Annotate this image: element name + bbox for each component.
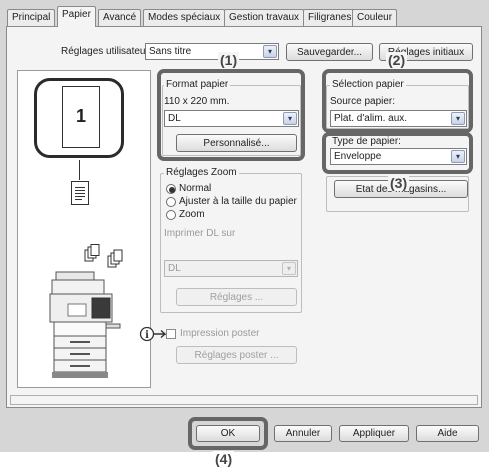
chevron-down-icon[interactable]: ▾ bbox=[451, 150, 465, 163]
cancel-button[interactable]: Annuler bbox=[274, 425, 332, 442]
poster-settings-button[interactable]: Réglages poster ... bbox=[176, 346, 297, 364]
callout-label-3: (3) bbox=[388, 175, 410, 191]
connector-line bbox=[79, 160, 80, 180]
apply-button[interactable]: Appliquer bbox=[339, 425, 409, 442]
printer-illustration bbox=[48, 270, 126, 382]
print-on-label: Imprimer DL sur bbox=[164, 228, 236, 239]
callout-label-2: (2) bbox=[386, 52, 408, 68]
document-icon bbox=[71, 181, 89, 205]
page-number: 1 bbox=[75, 106, 86, 126]
zoom-radio-fit[interactable] bbox=[166, 197, 176, 207]
paper-size-dimensions: 110 x 220 mm. bbox=[164, 96, 230, 107]
zoom-settings-button[interactable]: Réglages ... bbox=[176, 288, 297, 306]
poster-checkbox[interactable] bbox=[166, 329, 176, 339]
paper-source-select[interactable]: Plat. d'alim. aux. bbox=[330, 110, 467, 127]
zoom-option-label: Normal bbox=[179, 183, 212, 194]
tab-avance[interactable]: Avancé bbox=[98, 9, 142, 26]
chevron-down-icon[interactable]: ▾ bbox=[283, 112, 297, 125]
poster-label: Impression poster bbox=[180, 328, 260, 339]
paper-type-value: Enveloppe bbox=[334, 151, 382, 162]
user-settings-select[interactable]: Sans titre bbox=[145, 43, 279, 60]
multi-page-icon bbox=[84, 244, 132, 268]
callout-label-1: (1) bbox=[218, 52, 240, 68]
chevron-down-icon[interactable]: ▾ bbox=[263, 45, 277, 58]
ok-button[interactable]: OK bbox=[196, 425, 260, 442]
paper-type-select[interactable]: Enveloppe bbox=[330, 148, 467, 165]
zoom-option-label: Zoom bbox=[179, 209, 205, 220]
print-on-select[interactable]: DL bbox=[164, 260, 298, 277]
paper-type-label: Type de papier: bbox=[332, 136, 401, 147]
tab-modes-speciaux[interactable]: Modes spéciaux bbox=[143, 9, 226, 26]
paper-selection-legend: Sélection papier bbox=[330, 79, 406, 90]
paper-size-select[interactable]: DL bbox=[164, 110, 299, 127]
tab-couleur[interactable]: Couleur bbox=[352, 9, 398, 26]
callout-label-4: (4) bbox=[213, 451, 235, 467]
svg-text:i: i bbox=[145, 330, 149, 341]
paper-size-value: DL bbox=[168, 113, 181, 124]
tab-principal[interactable]: Principal bbox=[7, 9, 56, 26]
print-on-value: DL bbox=[168, 263, 181, 274]
chevron-down-icon[interactable]: ▾ bbox=[451, 112, 465, 125]
tab-papier[interactable]: Papier bbox=[57, 6, 96, 27]
user-settings-value: Sans titre bbox=[149, 46, 192, 57]
save-settings-button[interactable]: Sauvegarder... bbox=[286, 43, 373, 61]
paper-source-label: Source papier: bbox=[330, 96, 396, 107]
info-icon: i bbox=[139, 326, 169, 342]
zoom-radio-zoom[interactable] bbox=[166, 210, 176, 220]
user-settings-label: Réglages utilisateur: bbox=[61, 46, 152, 57]
status-strip bbox=[10, 395, 478, 405]
zoom-option-label: Ajuster à la taille du papier bbox=[179, 196, 297, 207]
chevron-down-icon[interactable]: ▾ bbox=[282, 262, 296, 275]
paper-size-legend: Format papier bbox=[164, 79, 231, 90]
help-button[interactable]: Aide bbox=[416, 425, 479, 442]
tab-filigranes[interactable]: Filigranes bbox=[303, 9, 357, 26]
zoom-legend: Réglages Zoom bbox=[164, 167, 239, 178]
paper-source-value: Plat. d'alim. aux. bbox=[334, 113, 408, 124]
zoom-radio-normal[interactable] bbox=[166, 184, 176, 194]
custom-size-button[interactable]: Personnalisé... bbox=[176, 134, 297, 152]
tab-gestion-travaux[interactable]: Gestion travaux bbox=[224, 9, 305, 26]
